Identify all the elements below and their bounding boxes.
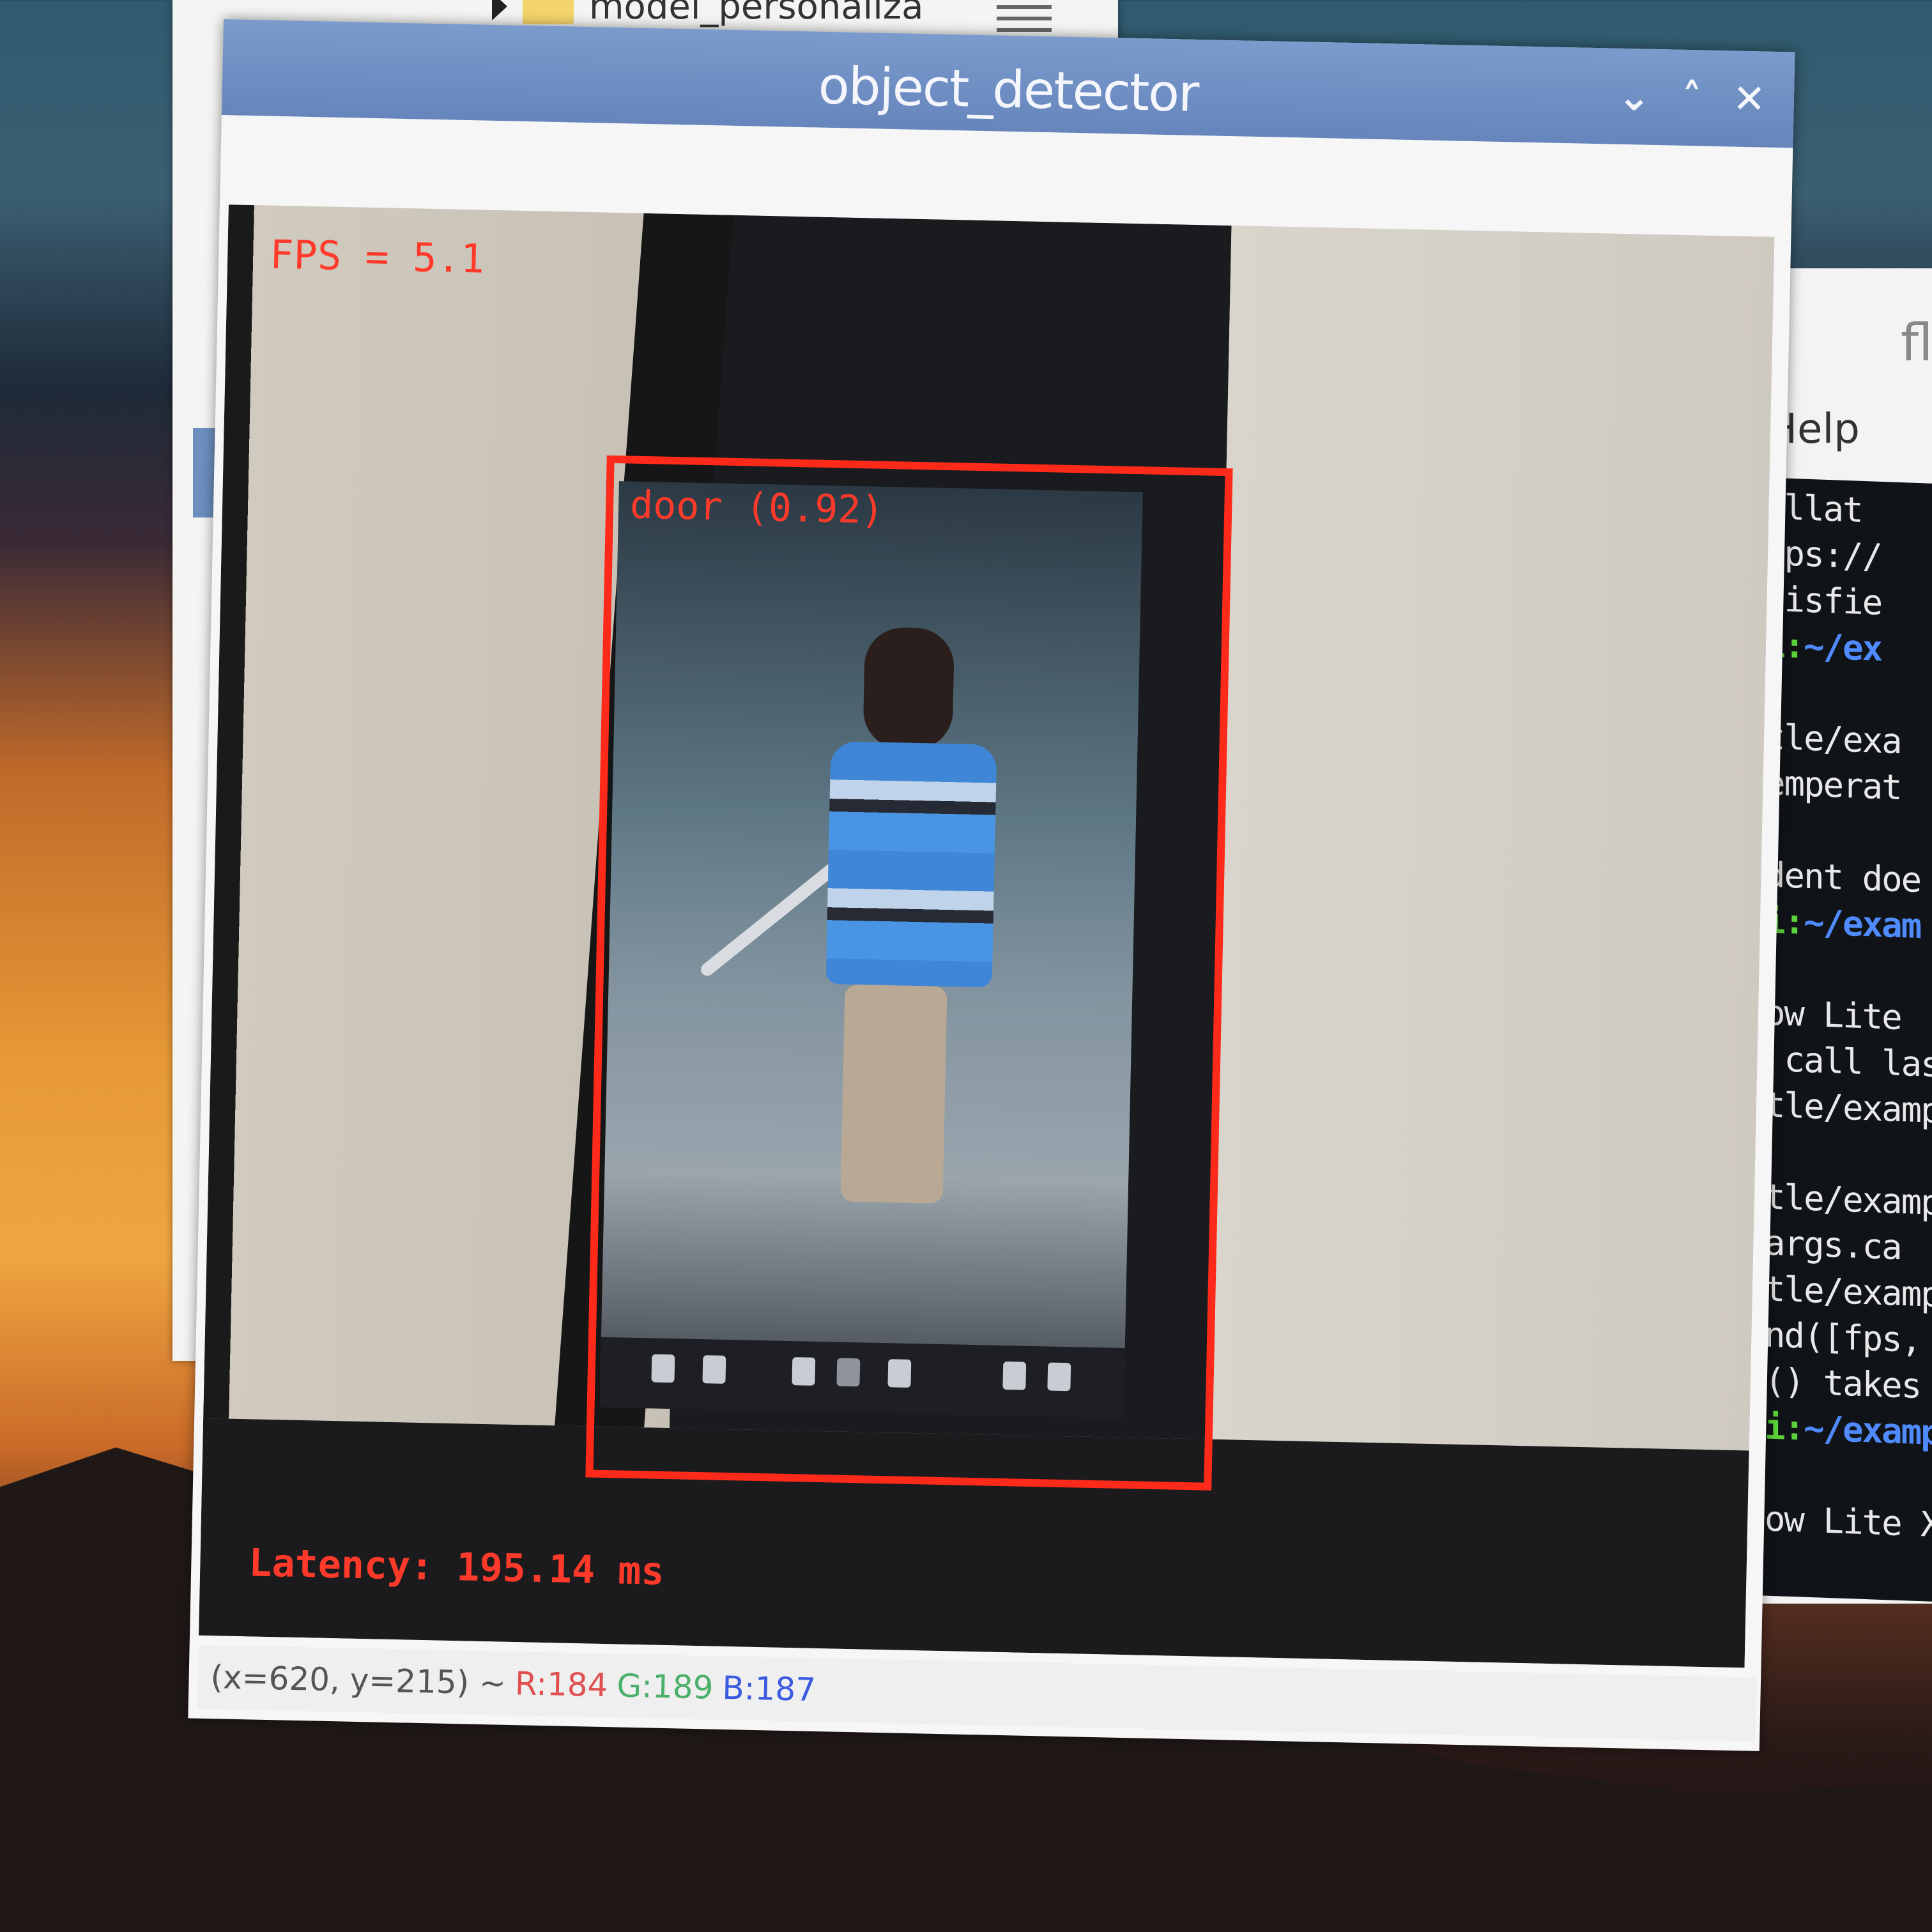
cursor-coordinates: (x=620, y=215) ~	[210, 1659, 507, 1702]
close-icon[interactable]: ✕	[1726, 75, 1772, 122]
pixel-green-value: G:189	[616, 1667, 714, 1706]
detection-bounding-box: door (0.92)	[585, 455, 1233, 1491]
minimize-icon[interactable]: ⌄	[1611, 73, 1657, 120]
expand-arrow-icon[interactable]	[492, 0, 507, 20]
pixel-blue-value: B:187	[721, 1669, 816, 1708]
terminal-path: ~/example	[1804, 1407, 1932, 1455]
terminal-path: ~/exam	[1804, 901, 1921, 947]
title-bar[interactable]: object_detector ⌄ ˄ ✕	[221, 19, 1795, 148]
hamburger-menu-icon[interactable]	[997, 5, 1052, 32]
camera-frame[interactable]: FPS = 5.1 door (0.92) Latency: 195.14 ms	[199, 204, 1775, 1668]
detection-label: door (0.92)	[629, 482, 885, 533]
fps-readout: FPS = 5.1	[269, 231, 485, 282]
side-window-title: fla	[1901, 313, 1932, 372]
latency-readout: Latency: 195.14 ms	[248, 1540, 665, 1594]
folder-icon	[523, 0, 574, 24]
window-title: object_detector	[817, 56, 1199, 123]
folder-name: model_personaliza	[589, 0, 924, 27]
pixel-red-value: R:184	[514, 1665, 609, 1705]
maximize-icon[interactable]: ˄	[1669, 74, 1714, 121]
wall-right	[1206, 226, 1775, 1451]
object-detector-window[interactable]: object_detector ⌄ ˄ ✕ FPS = 5.1 door (0.…	[188, 19, 1795, 1751]
terminal-path: ~/ex	[1804, 625, 1882, 669]
